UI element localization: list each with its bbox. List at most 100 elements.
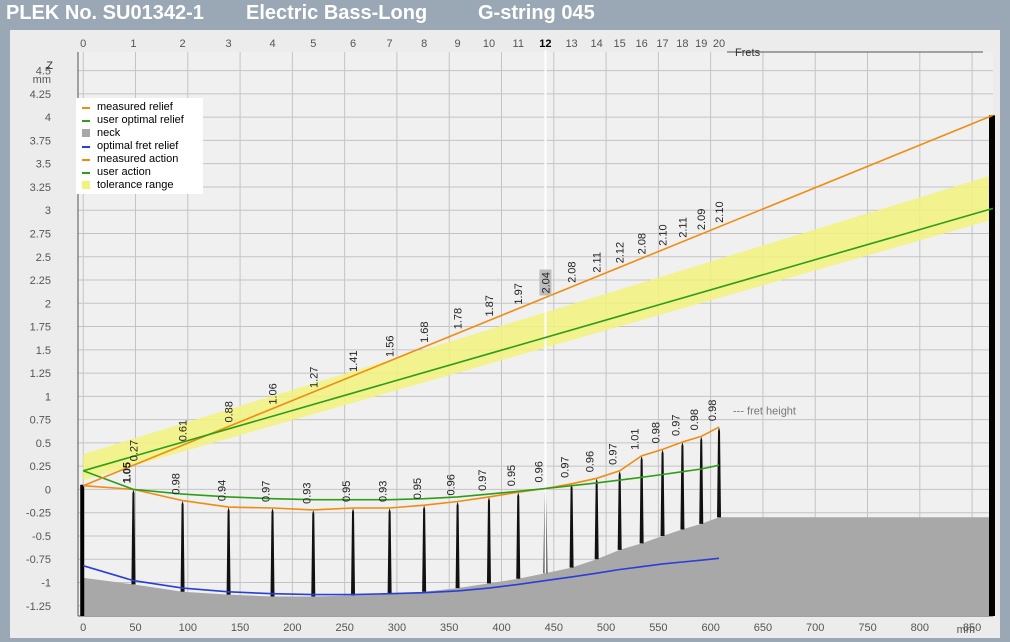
x-tick-label: 750 (858, 622, 876, 634)
legend-label: neck (97, 127, 121, 139)
action-label: 2.11 (592, 252, 604, 273)
x-tick-label: 550 (649, 622, 667, 634)
action-label: 2.09 (696, 209, 708, 230)
title-bar: PLEK No. SU01342-1 Electric Bass-Long G-… (0, 0, 1010, 30)
y-tick-label: 2 (45, 298, 51, 310)
fret-label: 12 (539, 38, 551, 50)
action-label: 0.88 (224, 401, 236, 422)
y-tick-label: 0.75 (30, 415, 51, 427)
y-tick-label: 1.5 (36, 345, 51, 357)
x-tick-label: 300 (388, 622, 406, 634)
y-tick-label: 1.75 (30, 322, 51, 334)
relief-label: 0.96 (585, 451, 597, 472)
instrument-name: Electric Bass-Long (246, 2, 428, 24)
y-tick-label: -0.75 (26, 554, 51, 566)
action-label: 2.08 (637, 233, 649, 254)
bridge-bar (989, 115, 995, 616)
fret-label: 13 (565, 38, 577, 50)
fret-label: 6 (350, 38, 356, 50)
legend-swatch (82, 107, 90, 109)
y-tick-label: 3.5 (36, 159, 51, 171)
relief-label: 0.96 (533, 461, 545, 482)
fret-label: 7 (387, 38, 393, 50)
legend-swatch (82, 146, 90, 148)
y-tick-label: 3.75 (30, 135, 51, 147)
relief-label: 0.95 (412, 478, 424, 499)
legend-label: optimal fret relief (97, 140, 179, 152)
x-tick-label: 150 (231, 622, 249, 634)
y-tick-label: 4.25 (30, 89, 51, 101)
x-tick-label: 500 (597, 622, 615, 634)
legend-swatch (82, 120, 90, 122)
x-tick-label: 600 (701, 622, 719, 634)
action-label: 1.56 (385, 336, 397, 357)
action-label: 1.68 (419, 321, 431, 342)
action-label: 1.97 (513, 283, 525, 304)
fret-label: 15 (614, 38, 626, 50)
fret-label: 18 (676, 38, 688, 50)
action-label: 2.04 (540, 272, 552, 293)
y-tick-label: -1.25 (26, 601, 51, 613)
z-axis-label: Z (46, 60, 53, 72)
legend-swatch (82, 172, 90, 174)
action-label: 1.27 (308, 367, 320, 388)
relief-label: 0.98 (707, 400, 719, 421)
y-tick-label: 0.5 (36, 438, 51, 450)
fret-label: 9 (455, 38, 461, 50)
relief-label: 0.93 (301, 482, 313, 503)
relief-label: 1.05 (121, 462, 133, 483)
fret-label: 3 (226, 38, 232, 50)
z-axis-unit: mm (33, 74, 51, 86)
action-label: 2.12 (615, 242, 627, 263)
legend: measured relief user optimal relief neck op… (76, 98, 203, 194)
legend-label: user action (97, 166, 151, 178)
y-tick-label: 4 (45, 112, 51, 124)
legend-label: user optimal relief (97, 114, 184, 126)
relief-label: 0.97 (670, 415, 682, 436)
string-name: G-string 045 (478, 2, 595, 24)
x-tick-label: 700 (806, 622, 824, 634)
y-tick-label: 3.25 (30, 182, 51, 194)
y-axis-unit: mm (957, 624, 975, 636)
y-tick-label: 2.5 (36, 252, 51, 264)
x-tick-label: 100 (179, 622, 197, 634)
relief-label: 0.98 (171, 473, 183, 494)
relief-label: 0.94 (217, 480, 229, 501)
fret-label: 16 (636, 38, 648, 50)
y-tick-label: 0 (45, 484, 51, 496)
fret-label: 14 (591, 38, 603, 50)
relief-label: 0.97 (560, 456, 572, 477)
x-tick-label: 0 (80, 622, 86, 634)
fret-label: 17 (656, 38, 668, 50)
relief-label: 0.95 (341, 481, 353, 502)
fret-label: 8 (421, 38, 427, 50)
action-label: 1.06 (268, 383, 280, 404)
fret-label: 19 (695, 38, 707, 50)
x-tick-label: 50 (129, 622, 141, 634)
y-tick-label: 0.25 (30, 461, 51, 473)
legend-swatch (82, 181, 90, 189)
fret-label: 4 (269, 38, 275, 50)
fret-label: 11 (513, 38, 524, 50)
relief-label: 0.98 (689, 409, 701, 430)
relief-label: 0.95 (506, 465, 518, 486)
relief-label: 0.97 (608, 443, 620, 464)
relief-label: 0.96 (446, 474, 458, 495)
y-tick-label: 2.75 (30, 228, 51, 240)
action-label: 0.61 (178, 420, 190, 441)
fret-label: 1 (130, 38, 136, 50)
action-label: 2.10 (658, 224, 670, 245)
action-label: 1.78 (453, 308, 465, 329)
x-tick-label: 350 (440, 622, 458, 634)
fret-label: 0 (80, 38, 86, 50)
fret-height-note: --- fret height (733, 405, 796, 417)
legend-label: tolerance range (97, 179, 174, 191)
legend-swatch (82, 159, 90, 161)
action-label: 0.27 (128, 440, 140, 461)
legend-swatch (82, 129, 90, 137)
chart-panel: 4.5 4.25 4 3.75 3.5 3.25 3 2.75 2.5 2.25 2 1.75 1.5 1… (10, 30, 1000, 638)
y-tick-label: -1 (41, 577, 51, 589)
x-tick-label: 650 (754, 622, 772, 634)
y-tick-label: 1 (45, 391, 51, 403)
x-tick-label: 800 (911, 622, 929, 634)
